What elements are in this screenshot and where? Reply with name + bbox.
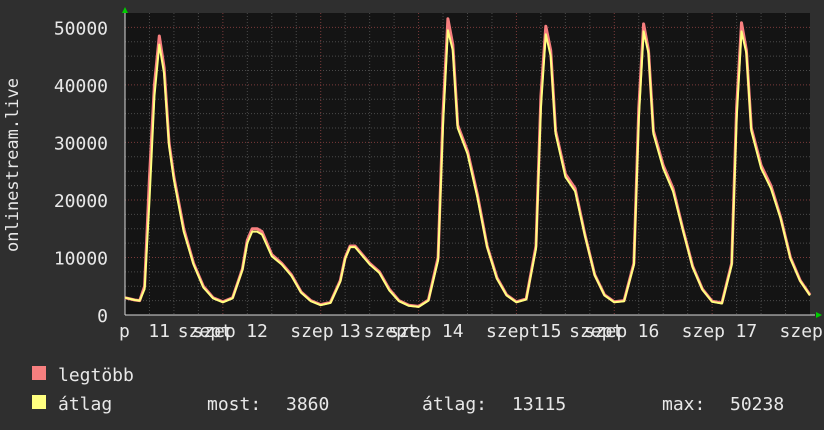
y-tick-label: 40000 [54,76,108,97]
x-tick-label: szep [780,321,823,342]
y-axis-arrow [122,7,128,13]
x-tick-label: 11 [148,321,170,342]
y-axis-label: onlinestream.live [3,78,23,252]
y-tick-label: 10000 [54,248,108,269]
x-tick-label: szept [486,321,540,342]
legend-label-legtobb: legtöbb [58,365,134,386]
x-tick-label: szep [388,321,431,342]
stat-avg-label: átlag: [422,394,487,415]
x-tick-label: 13 [339,321,361,342]
stat-max-label: max: [662,394,705,415]
x-tick-labels: p 11 szeptszep 12 szep 13 szeptszep 14 szept 15 sz… [119,321,823,342]
x-tick-label: szep [682,321,725,342]
x-tick-label: szep [584,321,627,342]
stat-now-label: most: [207,394,261,415]
x-tick-label: szep [192,321,235,342]
x-tick-label: 17 [736,321,758,342]
x-tick-label: p [119,321,130,342]
legend-label-atlag: átlag [58,394,112,415]
y-tick-label: 20000 [54,191,108,212]
chart: 0 10000 20000 30000 40000 50000 p 11 szept szep 1… [3,7,823,415]
legend-swatch-legtobb [32,366,46,380]
stat-avg-value: 13115 [512,394,566,415]
stat-max-value: 50238 [730,394,784,415]
legend-swatch-atlag [32,395,46,409]
x-tick-label: 12 [246,321,268,342]
x-tick-label: 16 [638,321,660,342]
x-tick-label: szep [290,321,333,342]
legend: legtöbb átlag [32,365,134,415]
x-tick-label: 14 [442,321,464,342]
y-tick-label: 50000 [54,18,108,39]
y-tick-labels: 0 10000 20000 30000 40000 50000 [54,18,108,327]
stats: most: 3860 átlag: 13115 max: 50238 [207,394,784,415]
y-tick-label: 0 [97,306,108,327]
x-tick-label: 15 [540,321,562,342]
x-axis-arrow [816,312,822,318]
stat-now-value: 3860 [286,394,329,415]
y-tick-label: 30000 [54,133,108,154]
